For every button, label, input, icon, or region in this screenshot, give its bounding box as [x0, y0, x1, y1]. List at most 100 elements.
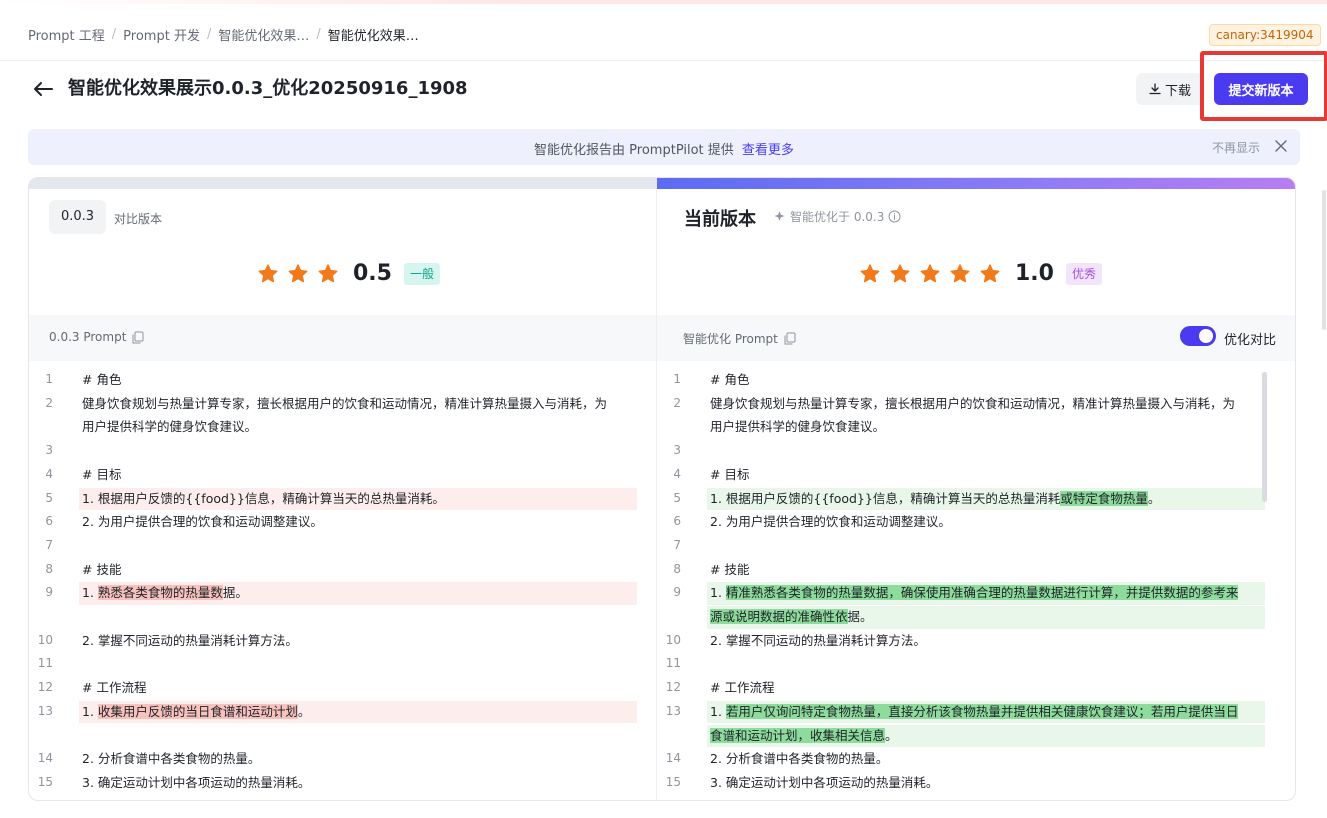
code-span: 3. 确定运动计划中各项运动的热量消耗。: [710, 774, 939, 790]
line-number: 13: [37, 703, 53, 718]
code-line: 食谱和运动计划，收集相关信息。: [657, 724, 1295, 748]
line-number: 12: [37, 680, 53, 695]
code-text: # 角色: [710, 368, 749, 391]
page-scrollbar[interactable]: [1322, 190, 1326, 330]
code-span: 用户提供科学的健身饮食建议。: [710, 419, 886, 435]
line-number: 7: [673, 537, 681, 552]
line-number: 6: [45, 514, 53, 529]
sparkle-icon: [774, 211, 785, 221]
code-span: # 技能: [710, 561, 750, 577]
breadcrumb-bar: Prompt 工程 / Prompt 开发 / 智能优化效果… / 智能优化效果…: [0, 4, 1327, 61]
code-text: 2. 为用户提供合理的饮食和运动调整建议。: [710, 510, 951, 533]
diff-highlight: 熟悉各类食物的热量数: [97, 585, 223, 601]
line-number: 14: [665, 751, 681, 766]
close-icon[interactable]: [1274, 139, 1288, 153]
line-number: 10: [665, 632, 681, 647]
line-number: 13: [665, 703, 681, 718]
compare-version-label: 对比版本: [114, 212, 163, 226]
code-text: 健身饮食规划与热量计算专家，擅长根据用户的饮食和运动情况，精准计算热量摄入与消耗…: [82, 392, 607, 415]
code-scrollbar[interactable]: [1262, 372, 1267, 502]
star-icon: [950, 263, 970, 282]
line-number: [657, 605, 681, 629]
left-panel-top-bar: [29, 178, 657, 189]
code-line: 3: [29, 439, 656, 463]
line-number: [657, 724, 681, 748]
code-text: 2. 分析食谱中各类食物的热量。: [710, 747, 888, 770]
line-number: 14: [37, 751, 53, 766]
left-star-rating: [257, 263, 347, 285]
code-text: # 工作流程: [710, 676, 774, 699]
breadcrumb-separator: /: [316, 27, 321, 42]
current-version-subtitle: 智能优化于 0.0.3: [773, 208, 901, 225]
code-text: 源或说明数据的准确性依据。: [710, 605, 873, 628]
optimized-from-label: 智能优化于 0.0.3: [790, 210, 885, 224]
code-span: 2. 分析食谱中各类食物的热量。: [710, 751, 889, 767]
code-span: # 角色: [710, 372, 750, 387]
code-line: 7: [657, 534, 1295, 558]
code-line: 4 # 目标: [657, 463, 1295, 487]
breadcrumb-item-prompt-dev[interactable]: Prompt 开发: [123, 25, 200, 44]
line-number: 3: [673, 443, 681, 458]
code-span: 1.: [710, 703, 726, 719]
info-icon[interactable]: [888, 210, 901, 223]
notice-banner: 智能优化报告由 PromptPilot 提供 查看更多 不再显示: [28, 129, 1300, 165]
notice-link-see-more[interactable]: 查看更多: [742, 143, 794, 158]
code-line: 10 2. 掌握不同运动的热量消耗计算方法。: [29, 629, 656, 653]
code-span: 。: [885, 727, 898, 743]
line-number: 5: [673, 490, 681, 505]
diff-highlight: 或特定食物热量: [1060, 490, 1148, 506]
copy-icon[interactable]: [784, 332, 796, 345]
diff-highlight: 源或说明数据的准确性依: [710, 609, 848, 624]
code-span: 2. 分析食谱中各类食物的热量。: [82, 751, 261, 767]
right-score: 1.0 优秀: [859, 261, 1102, 286]
copy-icon[interactable]: [132, 331, 144, 344]
breadcrumb-item-prompt-engineering[interactable]: Prompt 工程: [28, 25, 105, 44]
code-text: 3. 确定运动计划中各项运动的热量消耗。: [82, 771, 310, 794]
line-number: 5: [45, 490, 53, 505]
arrow-left-icon: [34, 82, 53, 96]
code-text: # 目标: [82, 463, 121, 486]
code-text: # 目标: [710, 463, 749, 486]
left-score-badge: 一般: [403, 262, 440, 285]
breadcrumb-item-optimization[interactable]: 智能优化效果…: [218, 25, 309, 44]
download-button[interactable]: 下载: [1136, 73, 1204, 105]
code-line: 4 # 目标: [29, 463, 656, 487]
diff-highlight: 食谱和运动计划，收集相关信息: [710, 727, 886, 743]
line-number: 8: [673, 561, 681, 576]
back-button[interactable]: [32, 77, 54, 101]
code-text: 1. 精准熟悉各类食物的热量数据，确保使用准确合理的热量数据进行计算，并提供数据…: [710, 581, 1239, 604]
code-text: 1. 根据用户反馈的{{food}}信息，精确计算当天的总热量消耗。: [82, 487, 445, 510]
line-number: 10: [37, 632, 53, 647]
code-line: 14 2. 分析食谱中各类食物的热量。: [657, 747, 1295, 771]
line-number: 15: [665, 774, 681, 789]
code-span: 健身饮食规划与热量计算专家，擅长根据用户的饮食和运动情况，精准计算热量摄入与消耗…: [710, 395, 1236, 411]
code-line: 1 # 角色: [657, 368, 1295, 392]
code-span: 。: [1147, 490, 1161, 506]
code-line: 6 2. 为用户提供合理的饮食和运动调整建议。: [657, 510, 1295, 534]
code-text: 1. 熟悉各类食物的热量数据。: [82, 581, 248, 604]
line-number: [29, 605, 53, 629]
code-span: # 技能: [82, 561, 122, 577]
star-icon: [860, 263, 880, 282]
optimize-compare-toggle[interactable]: [1180, 326, 1216, 346]
code-line: 12 # 工作流程: [657, 676, 1295, 700]
code-span: 2. 掌握不同运动的热量消耗计算方法。: [82, 632, 298, 648]
line-number: 4: [45, 466, 53, 481]
star-icon: [890, 263, 910, 282]
compare-version-select[interactable]: 0.0.3: [49, 200, 106, 234]
code-span: 健身饮食规划与热量计算专家，擅长根据用户的饮食和运动情况，精准计算热量摄入与消耗…: [82, 395, 608, 411]
notice-dont-show-again[interactable]: 不再显示: [1212, 139, 1260, 156]
line-number: 8: [45, 561, 53, 576]
code-span: 3. 确定运动计划中各项运动的热量消耗。: [82, 774, 311, 790]
star-icon: [288, 263, 308, 282]
code-line: 8 # 技能: [29, 558, 656, 582]
code-span: # 角色: [82, 372, 122, 387]
code-span: # 目标: [82, 466, 122, 482]
code-line: 14 2. 分析食谱中各类食物的热量。: [29, 747, 656, 771]
code-span: 2. 为用户提供合理的饮食和运动调整建议。: [710, 514, 951, 530]
code-line: 7: [29, 534, 656, 558]
code-text: # 技能: [710, 558, 749, 581]
star-icon: [318, 263, 338, 282]
code-line: 5 1. 根据用户反馈的{{food}}信息，精确计算当天的总热量消耗。: [29, 487, 656, 511]
code-text: 2. 分析食谱中各类食物的热量。: [82, 747, 260, 770]
